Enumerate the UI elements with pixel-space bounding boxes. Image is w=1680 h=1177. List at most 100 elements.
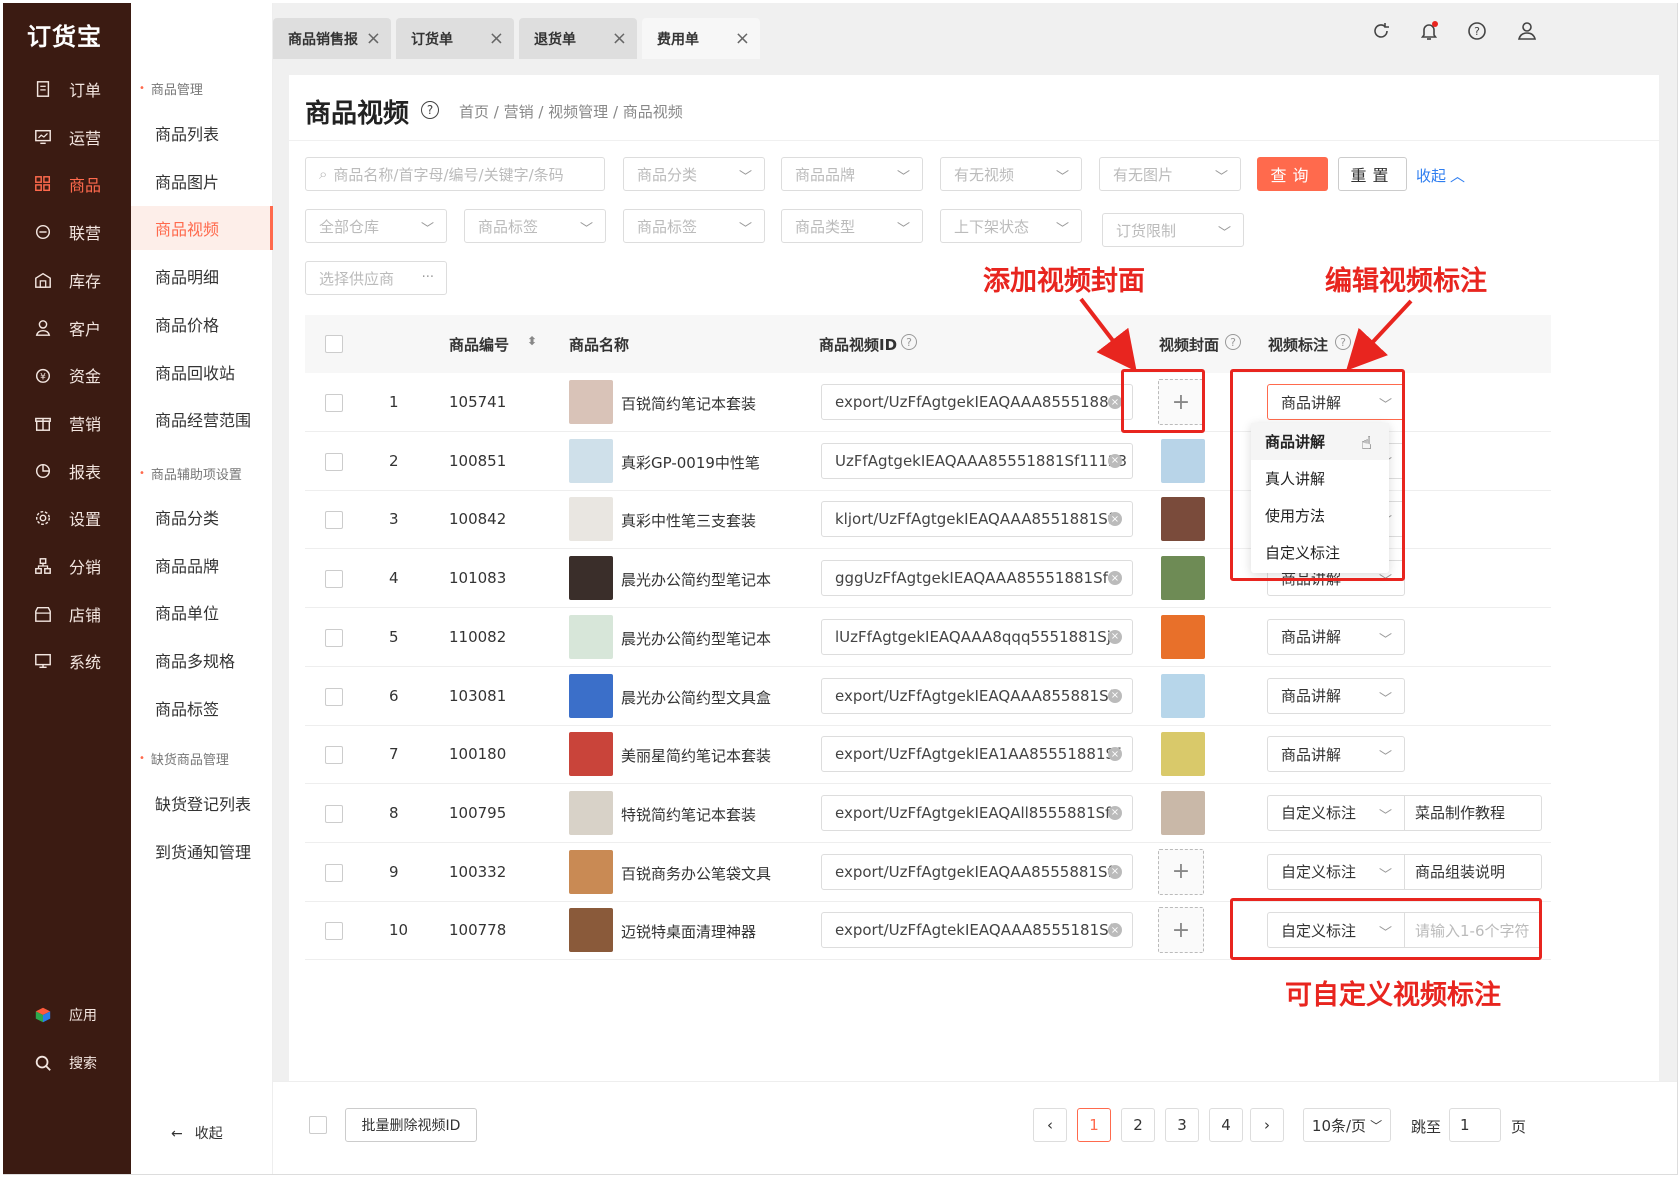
query-button[interactable]: 查询 — [1257, 157, 1328, 191]
page-button[interactable]: 3 — [1165, 1108, 1199, 1142]
clear-icon[interactable]: × — [1108, 395, 1122, 409]
question-icon[interactable]: ? — [1335, 334, 1351, 350]
clear-icon[interactable]: × — [1108, 864, 1122, 879]
row-checkbox[interactable] — [325, 570, 343, 589]
add-cover-button[interactable]: + — [1158, 907, 1204, 954]
sub-nav-item[interactable]: 商品列表 — [131, 111, 273, 155]
row-checkbox[interactable] — [325, 746, 343, 765]
user-icon[interactable] — [1515, 19, 1539, 43]
jump-input[interactable]: 1 — [1449, 1108, 1501, 1142]
sub-nav-item[interactable]: 商品图片 — [131, 159, 273, 203]
sub-nav-item[interactable]: 缺货登记列表 — [131, 781, 273, 825]
sub-nav-item[interactable]: 商品回收站 — [131, 350, 273, 394]
sub-nav-item[interactable]: 到货通知管理 — [131, 829, 273, 873]
search-input[interactable]: ⌕ 商品名称/首字母/编号/关键字/条码 — [305, 157, 605, 191]
row-checkbox[interactable] — [325, 687, 343, 706]
sub-nav-item[interactable]: 商品价格 — [131, 302, 273, 346]
video-cover-image[interactable] — [1161, 790, 1205, 835]
video-id-input[interactable]: export/UzFfAgtgekIEAQAAA855881Sf × — [821, 677, 1133, 714]
nav-item-9[interactable]: 设置 — [3, 498, 131, 538]
select-all-checkbox[interactable] — [325, 335, 343, 353]
row-checkbox[interactable] — [325, 452, 343, 471]
tab-0[interactable]: 商品销售报 × — [273, 18, 391, 59]
sub-nav-item[interactable]: 商品多规格 — [131, 638, 273, 682]
custom-tag-input[interactable]: 商品组装说明 — [1404, 853, 1542, 890]
sub-nav-item[interactable]: 商品标签 — [131, 686, 273, 730]
tab-2[interactable]: 退货单 × — [519, 18, 637, 59]
next-page-button[interactable]: › — [1250, 1108, 1284, 1142]
video-tag-select[interactable]: 商品讲解﹀ — [1267, 618, 1405, 655]
video-tag-select[interactable]: 自定义标注 ﹀ — [1267, 794, 1405, 831]
header-code[interactable]: 商品编号 — [449, 334, 509, 355]
video-cover-image[interactable] — [1161, 438, 1205, 483]
sidebar-collapse-button[interactable]: ← 收起 — [171, 1123, 223, 1143]
sub-nav-item[interactable]: 商品品牌 — [131, 543, 273, 587]
clear-icon[interactable]: × — [1108, 571, 1122, 586]
video-cover-image[interactable] — [1161, 556, 1205, 601]
row-checkbox[interactable] — [325, 863, 343, 882]
video-cover-image[interactable] — [1161, 673, 1205, 718]
bell-icon[interactable] — [1417, 19, 1441, 43]
nav-item-3[interactable]: 联营 — [3, 212, 131, 252]
row-checkbox[interactable] — [325, 394, 343, 412]
video-id-input[interactable]: export/UzFfAgtgekIEAQAll8555881Sf × — [821, 794, 1133, 831]
video-cover-image[interactable] — [1161, 732, 1205, 777]
row-checkbox[interactable] — [325, 628, 343, 647]
add-cover-button[interactable]: + — [1158, 848, 1204, 895]
order-limit-select[interactable]: 订货限制 ﹀ — [1102, 213, 1244, 247]
type-select[interactable]: 商品类型 ﹀ — [781, 209, 923, 243]
row-checkbox[interactable] — [325, 804, 343, 823]
video-id-input[interactable]: export/UzFfAgtekIEAQAAA8555181Sf × — [821, 912, 1133, 949]
row-checkbox[interactable] — [325, 922, 343, 941]
clear-icon[interactable]: × — [1108, 688, 1122, 703]
video-cover-image[interactable] — [1161, 497, 1205, 542]
nav-item-5[interactable]: 客户 — [3, 308, 131, 348]
sub-nav-item[interactable]: 商品单位 — [131, 590, 273, 634]
shelf-status-select[interactable]: 上下架状态 ﹀ — [940, 209, 1082, 243]
nav-item-4[interactable]: 库存 — [3, 260, 131, 300]
video-tag-select[interactable]: 自定义标注 ﹀ — [1267, 853, 1405, 890]
sub-nav-item[interactable]: 商品明细 — [131, 254, 273, 298]
row-checkbox[interactable] — [325, 511, 343, 530]
video-tag-select[interactable]: 商品讲解﹀ — [1267, 736, 1405, 773]
refresh-icon[interactable] — [1369, 19, 1393, 43]
close-icon[interactable]: × — [489, 28, 504, 49]
nav-item-12[interactable]: 系统 — [3, 641, 131, 681]
page-size-select[interactable]: 10条/页 ﹀ — [1303, 1108, 1391, 1142]
apps-button[interactable]: 应用 — [3, 995, 131, 1035]
nav-item-10[interactable]: 分销 — [3, 546, 131, 586]
sort-icon[interactable]: ⬍ — [527, 334, 537, 348]
page-button[interactable]: 2 — [1121, 1108, 1155, 1142]
close-icon[interactable]: × — [612, 28, 627, 49]
tag-select-2[interactable]: 商品标签 ﹀ — [623, 209, 765, 243]
video-id-input[interactable]: UzFfAgtgekIEAQAAA85551881Sf11123 × — [821, 442, 1133, 479]
custom-tag-input[interactable]: 菜品制作教程 — [1404, 794, 1542, 831]
tab-3[interactable]: 费用单 × — [642, 18, 760, 59]
clear-icon[interactable]: × — [1108, 453, 1122, 468]
nav-item-11[interactable]: 店铺 — [3, 594, 131, 634]
question-icon[interactable]: ? — [421, 101, 439, 119]
has-video-select[interactable]: 有无视频 ﹀ — [940, 157, 1082, 191]
video-cover-image[interactable] — [1161, 614, 1205, 659]
footer-select-all-checkbox[interactable] — [309, 1116, 327, 1134]
supplier-select[interactable]: 选择供应商 ··· — [305, 261, 447, 295]
reset-button[interactable]: 重置 — [1338, 157, 1407, 191]
video-id-input[interactable]: export/UzFfAgtgekIEA1AA85551881Sf × — [821, 736, 1133, 773]
clear-icon[interactable]: × — [1108, 629, 1122, 644]
clear-icon[interactable]: × — [1108, 923, 1122, 938]
has-image-select[interactable]: 有无图片 ﹀ — [1099, 157, 1241, 191]
batch-delete-button[interactable]: 批量删除视频ID — [345, 1108, 477, 1142]
nav-item-0[interactable]: 订单 — [3, 69, 131, 109]
sub-nav-item[interactable]: 商品视频 — [131, 206, 273, 251]
nav-item-7[interactable]: 营销 — [3, 403, 131, 443]
close-icon[interactable]: × — [735, 28, 750, 49]
filter-collapse-link[interactable]: 收起 ︿ — [1416, 165, 1465, 186]
tab-1[interactable]: 订货单 × — [396, 18, 514, 59]
prev-page-button[interactable]: ‹ — [1033, 1108, 1067, 1142]
video-id-input[interactable]: lUzFfAgtgekIEAQAAA8qqq5551881Sjk × — [821, 618, 1133, 655]
sub-nav-item[interactable]: 商品分类 — [131, 495, 273, 539]
tag-select-1[interactable]: 商品标签 ﹀ — [464, 209, 606, 243]
nav-item-1[interactable]: 运营 — [3, 117, 131, 157]
video-id-input[interactable]: gggUzFfAgtgekIEAQAAA85551881Sf × — [821, 560, 1133, 597]
video-tag-select[interactable]: 商品讲解﹀ — [1267, 677, 1405, 714]
